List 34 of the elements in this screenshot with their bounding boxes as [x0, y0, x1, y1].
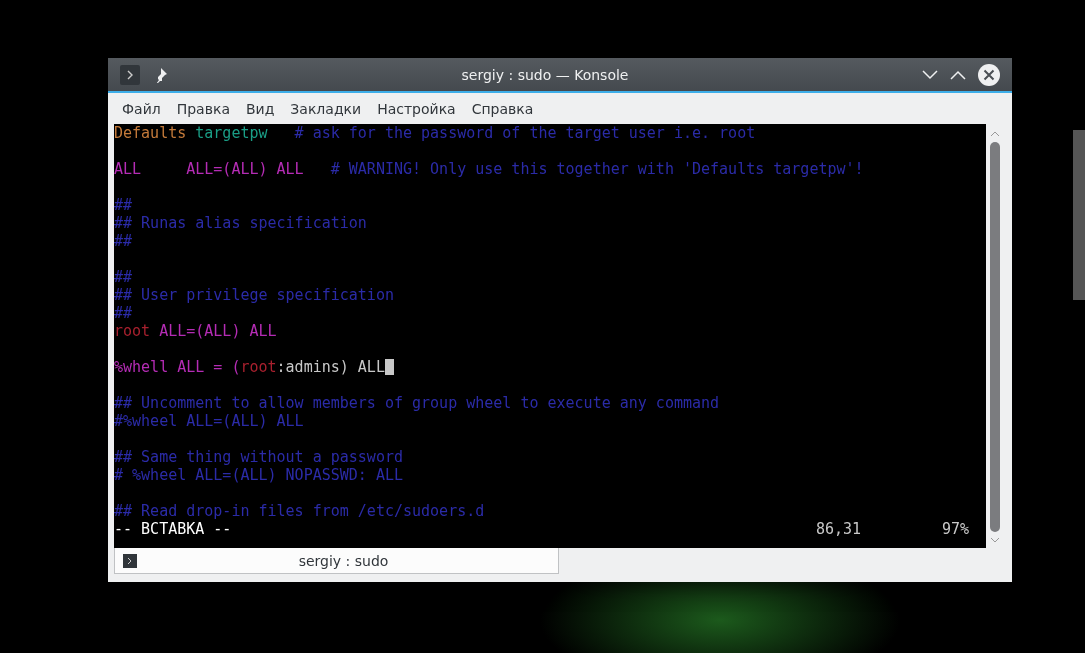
window-title: sergiy : sudo — Konsole: [460, 66, 630, 83]
code-line: %whell ALL = (root:admins) ALL: [114, 358, 394, 376]
code-line: Defaults targetpw # ask for the password of the target user i.e. root: [114, 124, 756, 142]
code-line: ALL ALL=(ALL) ALL # WARNING! Only use this together with 'Defaults targetpw'!: [114, 160, 864, 178]
code-line: #%wheel ALL=(ALL) ALL: [114, 412, 304, 430]
code-line: ## Runas alias specification: [114, 214, 367, 232]
menu-item[interactable]: Вид: [237, 97, 283, 120]
maximize-icon[interactable]: [950, 69, 966, 80]
terminal-tab[interactable]: sergiy : sudo: [114, 548, 559, 574]
scroll-up-icon[interactable]: [990, 130, 1000, 138]
scroll-percent: 97%: [941, 520, 969, 538]
code-line: ##: [114, 268, 133, 286]
menu-item[interactable]: Закладки: [282, 97, 370, 120]
code-line: ## Same thing without a password: [114, 448, 403, 466]
code-line: root ALL=(ALL) ALL: [114, 322, 277, 340]
code-line: ##: [114, 196, 133, 214]
code-line: ##: [114, 232, 133, 250]
terminal-icon[interactable]: [120, 64, 140, 85]
scroll-down-icon[interactable]: [990, 536, 1000, 544]
menu-item[interactable]: Справка: [463, 97, 542, 120]
terminal-icon: [123, 553, 137, 568]
code-line: ## User privilege specification: [114, 286, 394, 304]
close-icon[interactable]: [978, 63, 1000, 86]
code-line: ##: [114, 304, 133, 322]
vim-mode-indicator: -- ВСТАВКА --: [114, 520, 233, 538]
code-line: # %wheel ALL=(ALL) NOPASSWD: ALL: [114, 466, 403, 484]
menu-item[interactable]: Правка: [168, 97, 238, 120]
menu-item[interactable]: Файл: [114, 97, 169, 120]
menu-item[interactable]: Настройка: [369, 97, 464, 120]
code-line: ## Uncomment to allow members of group wheel to execute any command: [114, 394, 720, 412]
scrollbar-thumb[interactable]: [990, 142, 1000, 532]
cursor-position: 86,31: [815, 520, 863, 538]
code-line: ## Read drop-in files from /etc/sudoers.d: [114, 502, 485, 520]
minimize-icon[interactable]: [922, 69, 938, 80]
